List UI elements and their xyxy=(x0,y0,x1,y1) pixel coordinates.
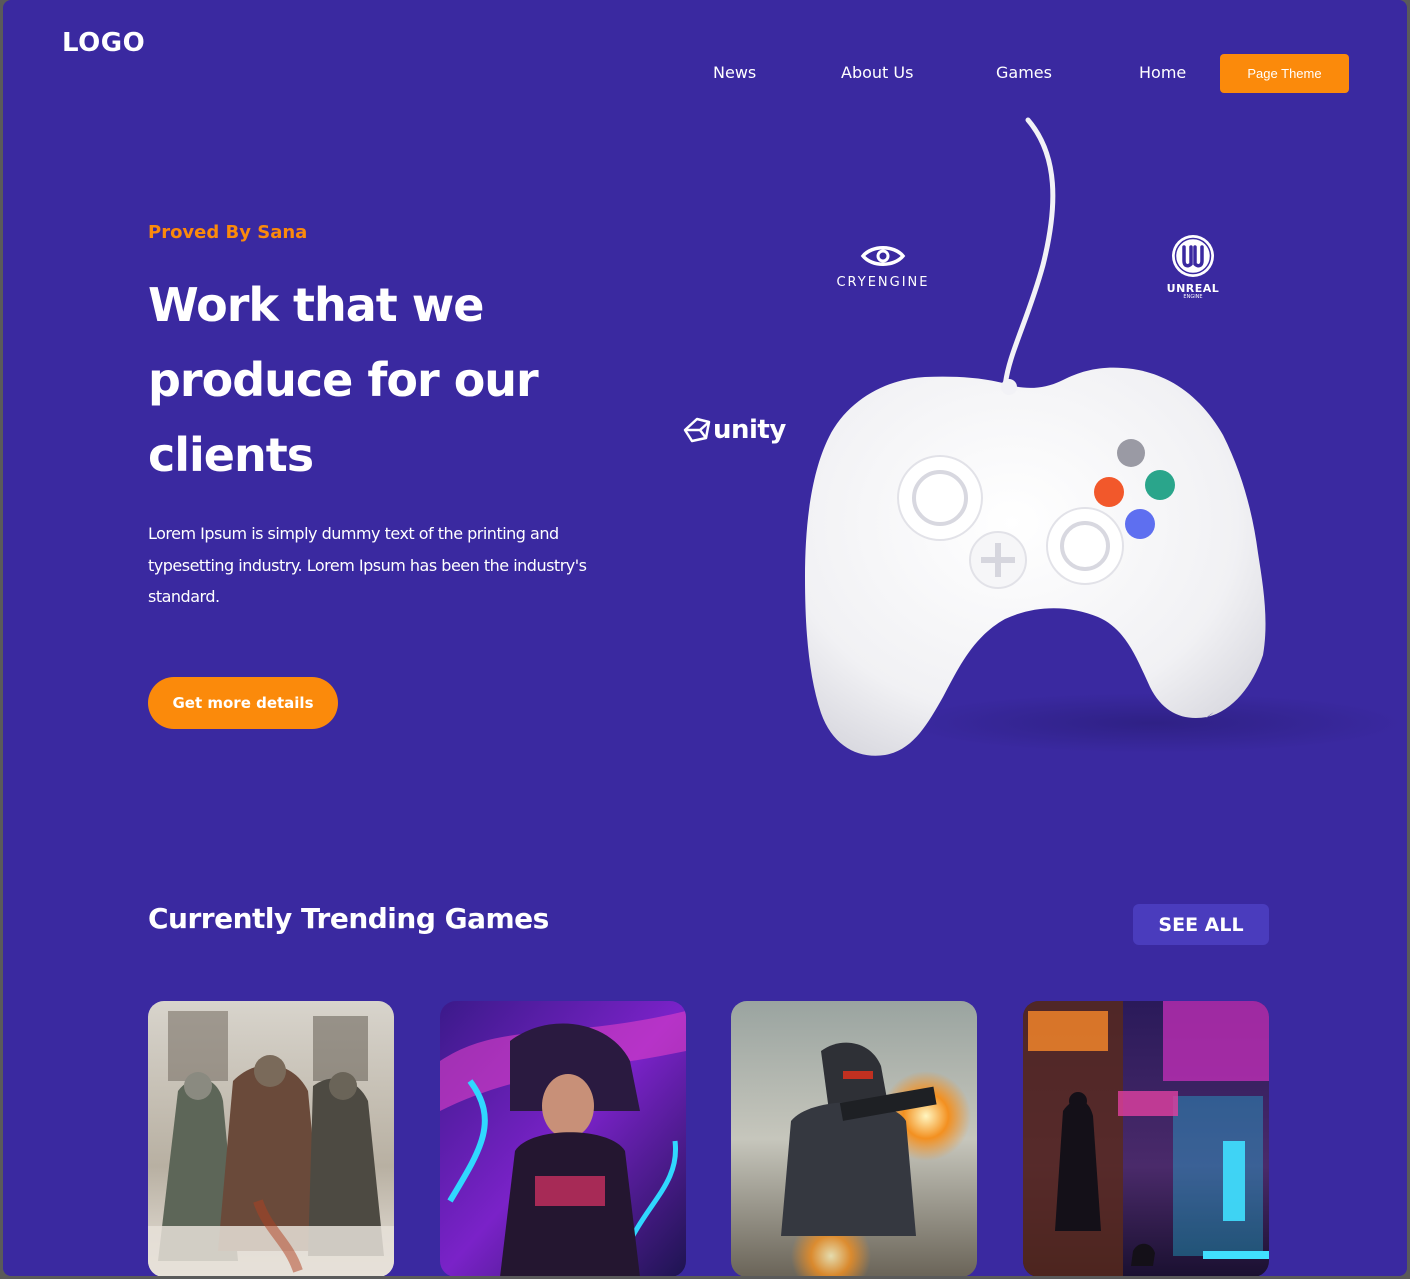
game-card-crysis[interactable] xyxy=(731,1001,977,1276)
eye-icon xyxy=(860,246,906,266)
unity-label: unity xyxy=(713,415,786,445)
cryengine-label: CRYENGINE xyxy=(836,275,930,290)
hero-tagline: Proved By Sana xyxy=(148,222,308,243)
game-image xyxy=(731,1001,977,1276)
gamepad-illustration xyxy=(805,117,1403,756)
logo[interactable]: LOGO xyxy=(62,28,145,58)
unity-cube-icon xyxy=(683,417,711,443)
hero-illustration: CRYENGINE UNREAL ENGINE unity xyxy=(663,115,1403,775)
unreal-icon xyxy=(1172,235,1214,277)
page-theme-button[interactable]: Page Theme xyxy=(1220,54,1349,93)
page: LOGO News About Us Games Home Page Theme… xyxy=(3,0,1407,1276)
game-card-cyberpunk[interactable] xyxy=(1023,1001,1269,1276)
game-card-warriors[interactable] xyxy=(148,1001,394,1276)
game-card-akali[interactable] xyxy=(440,1001,686,1276)
unreal-engine-logo: UNREAL ENGINE xyxy=(1158,233,1228,300)
game-image xyxy=(148,1001,394,1276)
trending-games-title: Currently Trending Games xyxy=(148,902,549,935)
nav-home[interactable]: Home xyxy=(1139,63,1186,82)
game-image xyxy=(1023,1001,1269,1276)
unreal-label: UNREAL xyxy=(1166,282,1220,295)
cryengine-logo: CRYENGINE xyxy=(828,243,938,290)
see-all-button[interactable]: SEE ALL xyxy=(1133,904,1269,945)
hero-title: Work that we produce for our clients xyxy=(148,278,539,482)
game-image xyxy=(440,1001,686,1276)
hero-description: Lorem Ipsum is simply dummy text of the … xyxy=(148,524,587,606)
get-more-details-button[interactable]: Get more details xyxy=(148,677,338,729)
nav-news[interactable]: News xyxy=(713,63,756,82)
nav-about-us[interactable]: About Us xyxy=(841,63,913,82)
unity-logo: unity xyxy=(683,415,786,445)
nav-games[interactable]: Games xyxy=(996,63,1052,82)
